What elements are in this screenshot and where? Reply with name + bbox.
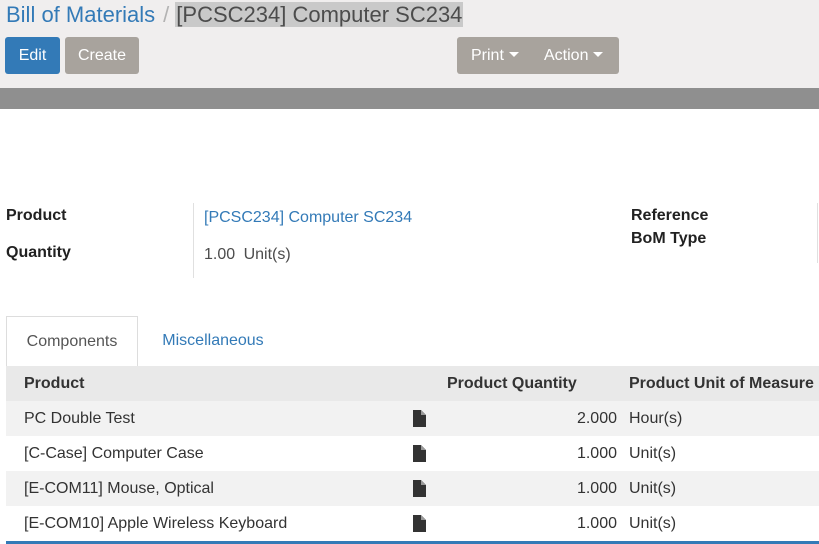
status-bar (0, 88, 819, 109)
table-row[interactable]: [E-COM11] Mouse, Optical 1.000 Unit(s) (6, 471, 819, 506)
breadcrumb-separator: / (163, 2, 170, 27)
print-dropdown-button[interactable]: Print (457, 37, 532, 74)
quantity-label: Quantity (6, 244, 71, 261)
breadcrumb-parent-link[interactable]: Bill of Materials (6, 2, 155, 27)
file-document-icon[interactable] (412, 515, 426, 532)
row-uom: Unit(s) (629, 480, 677, 497)
table-header: Product Product Quantity Product Unit of… (6, 366, 819, 401)
row-product: [E-COM10] Apple Wireless Keyboard (24, 515, 288, 532)
action-label: Action (544, 47, 589, 64)
print-label: Print (471, 47, 504, 64)
breadcrumb-current: [PCSC234] Computer SC234 (175, 2, 464, 27)
field-divider (193, 203, 194, 278)
column-header-product[interactable]: Product (24, 366, 84, 401)
sidebar-button-group: Print Action (457, 37, 619, 74)
bom-type-label: BoM Type (631, 230, 707, 247)
row-quantity: 1.000 (576, 480, 617, 497)
row-uom: Unit(s) (629, 445, 677, 462)
edit-button[interactable]: Edit (5, 37, 60, 74)
file-document-icon[interactable] (412, 480, 426, 497)
product-label: Product (6, 207, 67, 224)
reference-label: Reference (631, 207, 709, 224)
row-product: PC Double Test (24, 410, 135, 427)
create-button[interactable]: Create (65, 37, 139, 74)
field-divider-right (817, 203, 818, 263)
quantity-uom: Unit(s) (243, 246, 291, 263)
breadcrumb: Bill of Materials / [PCSC234] Computer SC2… (6, 1, 464, 29)
caret-down-icon (593, 52, 604, 58)
table-row[interactable]: [E-COM10] Apple Wireless Keyboard 1.000 … (6, 506, 819, 541)
file-document-icon[interactable] (412, 410, 426, 427)
file-document-icon[interactable] (412, 445, 426, 462)
table-row[interactable]: PC Double Test 2.000 Hour(s) (6, 401, 819, 436)
row-uom: Unit(s) (629, 515, 677, 532)
tab-miscellaneous[interactable]: Miscellaneous (147, 316, 279, 366)
row-quantity: 2.000 (576, 410, 617, 427)
row-uom: Hour(s) (629, 410, 683, 427)
row-product: [E-COM11] Mouse, Optical (24, 480, 214, 497)
row-quantity: 1.000 (576, 515, 617, 532)
tab-components[interactable]: Components (6, 316, 138, 366)
quantity-value: 1.00 Unit(s) (204, 245, 291, 265)
caret-down-icon (508, 52, 519, 58)
control-panel: Bill of Materials / [PCSC234] Computer SC2… (0, 0, 819, 88)
row-quantity: 1.000 (576, 445, 617, 462)
table-row[interactable]: [C-Case] Computer Case 1.000 Unit(s) (6, 436, 819, 471)
action-dropdown-button[interactable]: Action (532, 37, 619, 74)
product-link[interactable]: [PCSC234] Computer SC234 (204, 208, 412, 228)
notebook-tabs: Components Miscellaneous (6, 316, 819, 366)
column-header-uom[interactable]: Product Unit of Measure (629, 366, 814, 401)
column-header-product-quantity[interactable]: Product Quantity (447, 366, 577, 401)
quantity-number: 1.00 (204, 246, 236, 263)
row-product: [C-Case] Computer Case (24, 445, 204, 462)
